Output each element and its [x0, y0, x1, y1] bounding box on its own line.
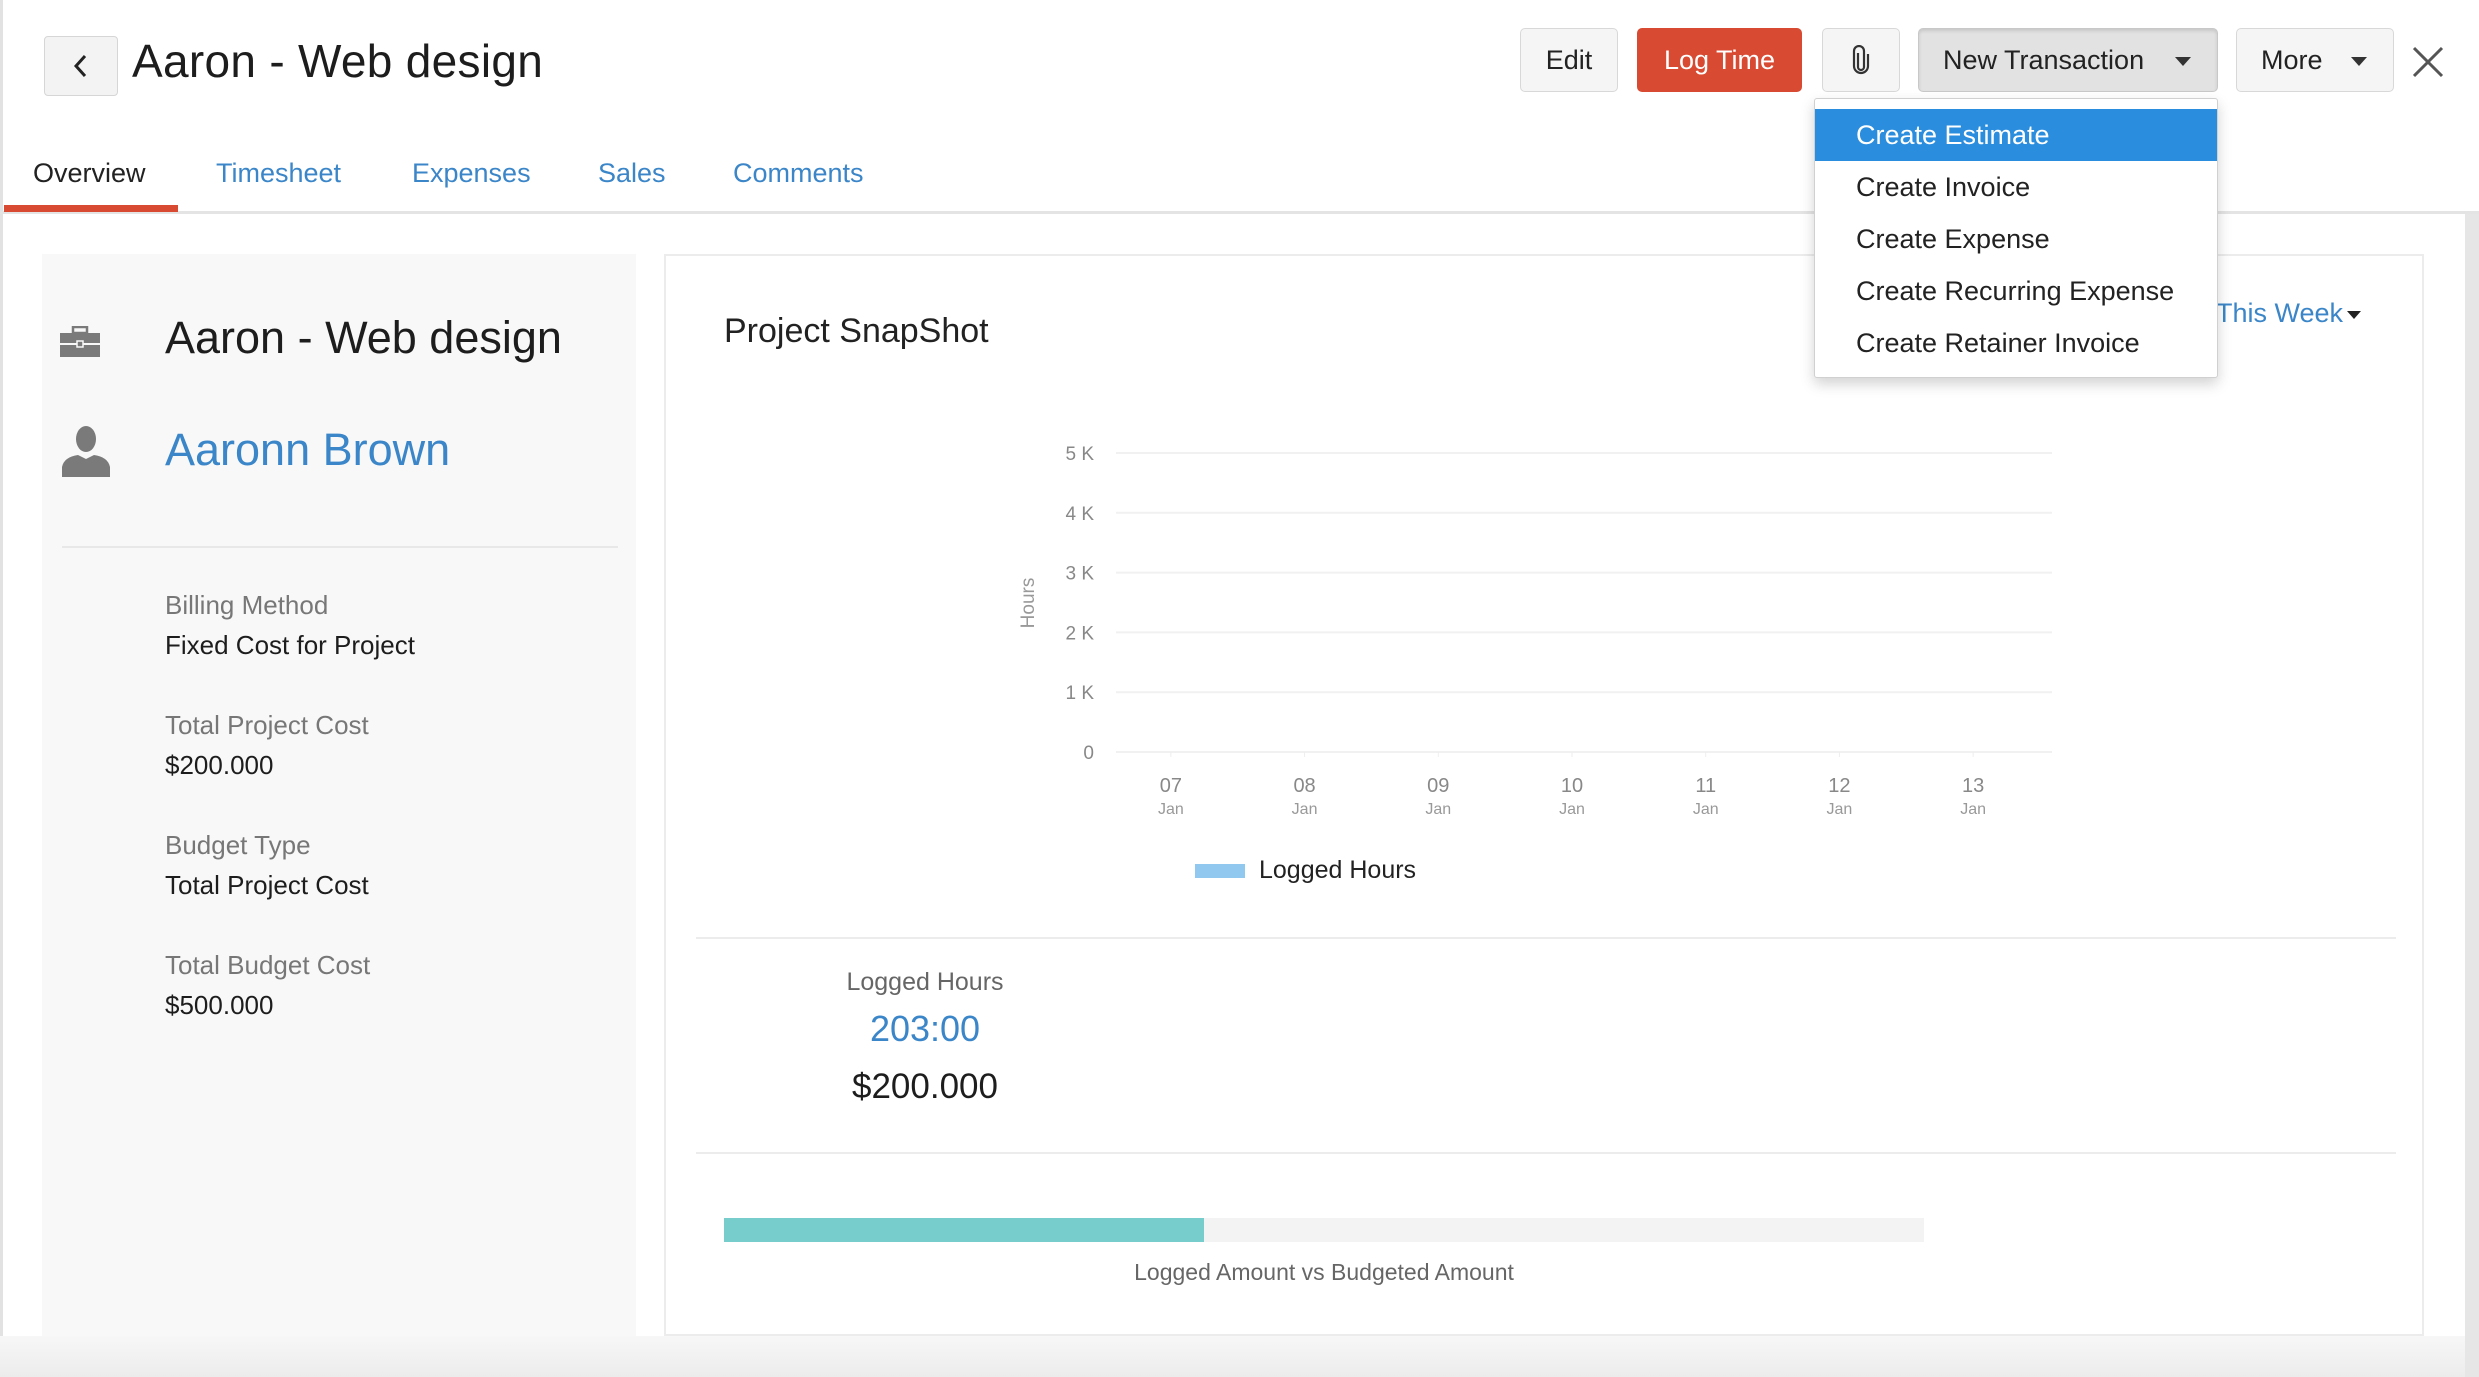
divider [696, 1152, 2396, 1154]
x-tick-sublabel: Jan [1559, 801, 1585, 818]
new-transaction-menu: Create Estimate Create Invoice Create Ex… [1814, 98, 2218, 378]
x-tick-label: 11 [1695, 775, 1716, 797]
caret-down-icon [2351, 57, 2367, 66]
paperclip-icon [1852, 45, 1870, 75]
logged-amount-value: $200.000 [852, 1067, 998, 1106]
period-label: This Week [2216, 298, 2344, 328]
log-time-button[interactable]: Log Time [1637, 28, 1802, 92]
active-tab-indicator [4, 205, 178, 212]
total-budget-cost-label: Total Budget Cost [165, 950, 371, 980]
user-icon [62, 426, 110, 477]
progress-caption: Logged Amount vs Budgeted Amount [1134, 1259, 1514, 1285]
attach-button[interactable] [1822, 28, 1900, 92]
total-project-cost-label: Total Project Cost [165, 710, 369, 740]
x-tick-sublabel: Jan [1693, 801, 1719, 818]
legend-label: Logged Hours [1259, 856, 1417, 884]
project-name: Aaron - Web design [165, 312, 562, 363]
x-tick-sublabel: Jan [1158, 801, 1184, 818]
vertical-scrollbar[interactable] [2465, 214, 2479, 1377]
y-tick-label: 4 K [1065, 504, 1094, 525]
close-button[interactable] [2408, 42, 2448, 82]
x-tick-label: 12 [1828, 775, 1850, 797]
x-tick-label: 10 [1561, 775, 1583, 797]
budget-progress-bar [724, 1218, 1924, 1242]
x-tick-sublabel: Jan [1960, 801, 1986, 818]
x-tick-label: 08 [1293, 775, 1315, 797]
tab-sales[interactable]: Sales [598, 158, 666, 189]
menu-item-create-estimate[interactable]: Create Estimate [1815, 109, 2217, 161]
x-tick-sublabel: Jan [1292, 801, 1318, 818]
project-details-panel [42, 254, 636, 1336]
x-tick-sublabel: Jan [1827, 801, 1853, 818]
customer-name-link[interactable]: Aaronn Brown [165, 424, 450, 476]
page-bottom [0, 1336, 2479, 1377]
x-tick-label: 09 [1427, 775, 1449, 797]
tab-overview[interactable]: Overview [33, 158, 146, 189]
logged-hours-chart: 0 1 K 2 K 3 K 4 K 5 K Hours 07 Jan 08 Jan 09 Jan 10 Ja… [1018, 444, 2052, 818]
edit-button[interactable]: Edit [1520, 28, 1618, 92]
billing-method-value: Fixed Cost for Project [165, 630, 415, 660]
y-tick-label: 5 K [1065, 444, 1094, 465]
chart-legend[interactable]: Logged Hours [1195, 856, 1416, 885]
tab-expenses[interactable]: Expenses [412, 158, 531, 189]
caret-down-icon [2175, 57, 2191, 66]
menu-item-create-invoice[interactable]: Create Invoice [1815, 161, 2217, 213]
period-filter[interactable]: This Week [2216, 298, 2362, 329]
close-icon [2412, 46, 2444, 78]
legend-swatch [1195, 863, 1245, 878]
divider [696, 937, 2396, 939]
total-project-cost-value: $200.000 [165, 750, 274, 780]
budget-progress-fill [724, 1218, 1204, 1242]
x-tick-sublabel: Jan [1425, 801, 1451, 818]
caret-down-icon [2347, 310, 2362, 319]
menu-item-create-retainer-invoice[interactable]: Create Retainer Invoice [1815, 317, 2217, 369]
new-transaction-button[interactable]: New Transaction [1918, 28, 2218, 92]
briefcase-icon [60, 326, 100, 357]
more-button[interactable]: More [2236, 28, 2394, 92]
menu-item-create-expense[interactable]: Create Expense [1815, 213, 2217, 265]
tab-timesheet[interactable]: Timesheet [216, 158, 341, 189]
more-label: More [2261, 44, 2323, 75]
total-budget-cost-value: $500.000 [165, 990, 274, 1020]
divider [62, 546, 618, 548]
x-tick-label: 13 [1962, 775, 1984, 797]
page-title: Aaron - Web design [132, 35, 544, 87]
logged-hours-value[interactable]: 203:00 [824, 1008, 1026, 1050]
tab-comments[interactable]: Comments [733, 158, 864, 189]
y-tick-label: 3 K [1065, 564, 1094, 585]
menu-item-create-recurring-expense[interactable]: Create Recurring Expense [1815, 265, 2217, 317]
budget-type-label: Budget Type [165, 830, 311, 860]
snapshot-title: Project SnapShot [724, 312, 989, 350]
y-axis-label: Hours [1018, 578, 1039, 629]
budget-type-value: Total Project Cost [165, 870, 369, 900]
x-tick-label: 07 [1160, 775, 1182, 797]
y-tick-label: 1 K [1065, 683, 1094, 704]
logged-hours-label: Logged Hours [846, 968, 1004, 996]
billing-method-label: Billing Method [165, 590, 329, 620]
new-transaction-label: New Transaction [1943, 44, 2145, 75]
chevron-left-icon [73, 54, 87, 78]
back-button[interactable] [44, 36, 118, 96]
y-tick-label: 2 K [1065, 623, 1094, 644]
y-tick-label: 0 [1083, 743, 1094, 764]
